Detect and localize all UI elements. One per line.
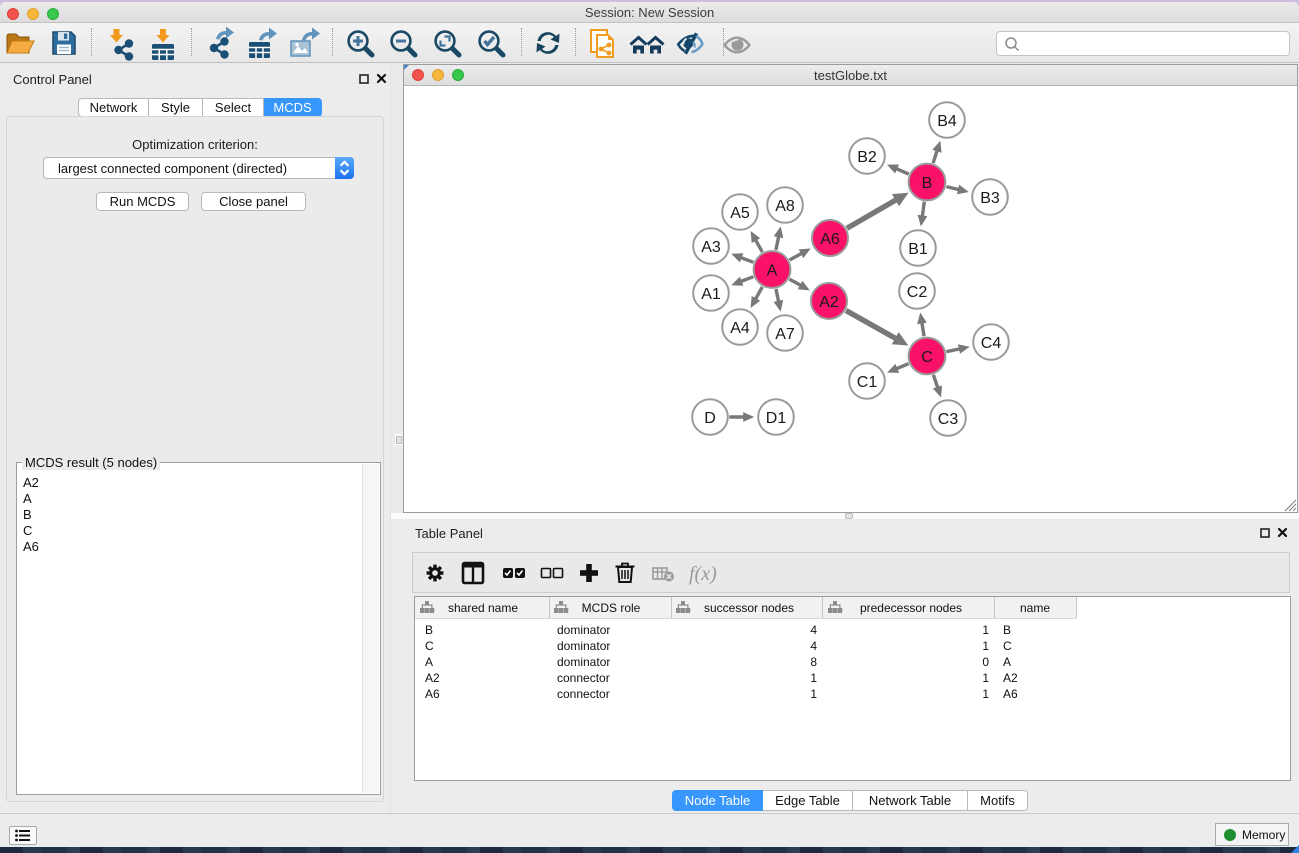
svg-text:4: 4 xyxy=(810,623,817,637)
svg-text:A2: A2 xyxy=(425,671,440,685)
svg-text:A3: A3 xyxy=(701,239,721,256)
svg-text:connector: connector xyxy=(557,687,610,701)
svg-text:A1: A1 xyxy=(701,286,721,303)
svg-text:C: C xyxy=(425,639,434,653)
svg-text:1: 1 xyxy=(982,687,989,701)
svg-text:C2: C2 xyxy=(907,284,928,301)
svg-text:dominator: dominator xyxy=(557,639,610,653)
svg-text:D: D xyxy=(704,410,716,427)
svg-text:0: 0 xyxy=(982,655,989,669)
svg-text:B: B xyxy=(425,623,433,637)
svg-text:D1: D1 xyxy=(766,410,787,427)
svg-text:B2: B2 xyxy=(857,149,877,166)
svg-text:1: 1 xyxy=(982,639,989,653)
svg-text:shared name: shared name xyxy=(448,601,518,615)
svg-text:C1: C1 xyxy=(857,374,878,391)
svg-text:B: B xyxy=(922,175,933,192)
svg-text:name: name xyxy=(1020,601,1050,615)
svg-text:MCDS role: MCDS role xyxy=(582,601,641,615)
svg-text:A2: A2 xyxy=(819,294,839,311)
svg-text:predecessor nodes: predecessor nodes xyxy=(860,601,962,615)
svg-text:f(x): f(x) xyxy=(689,563,717,585)
svg-text:A: A xyxy=(425,655,433,669)
svg-text:1: 1 xyxy=(982,623,989,637)
svg-text:C: C xyxy=(921,349,933,366)
svg-text:A7: A7 xyxy=(775,326,795,343)
svg-text:C4: C4 xyxy=(981,335,1002,352)
svg-text:A4: A4 xyxy=(730,320,750,337)
svg-text:C: C xyxy=(1003,639,1012,653)
svg-text:A5: A5 xyxy=(730,205,750,222)
svg-text:B4: B4 xyxy=(937,113,957,130)
svg-text:A: A xyxy=(767,262,778,279)
svg-text:A: A xyxy=(1003,655,1011,669)
svg-text:C3: C3 xyxy=(938,411,959,428)
svg-text:dominator: dominator xyxy=(557,655,610,669)
svg-text:1: 1 xyxy=(810,671,817,685)
svg-text:1: 1 xyxy=(982,671,989,685)
svg-text:successor nodes: successor nodes xyxy=(704,601,794,615)
svg-text:B3: B3 xyxy=(980,190,1000,207)
svg-text:B1: B1 xyxy=(908,241,928,258)
svg-text:connector: connector xyxy=(557,671,610,685)
svg-text:A8: A8 xyxy=(775,198,795,215)
svg-text:A6: A6 xyxy=(820,231,840,248)
svg-text:B: B xyxy=(1003,623,1011,637)
svg-text:8: 8 xyxy=(810,655,817,669)
svg-text:A6: A6 xyxy=(425,687,440,701)
svg-text:A6: A6 xyxy=(1003,687,1018,701)
svg-text:A2: A2 xyxy=(1003,671,1018,685)
svg-text:dominator: dominator xyxy=(557,623,610,637)
svg-text:1: 1 xyxy=(810,687,817,701)
svg-text:4: 4 xyxy=(810,639,817,653)
